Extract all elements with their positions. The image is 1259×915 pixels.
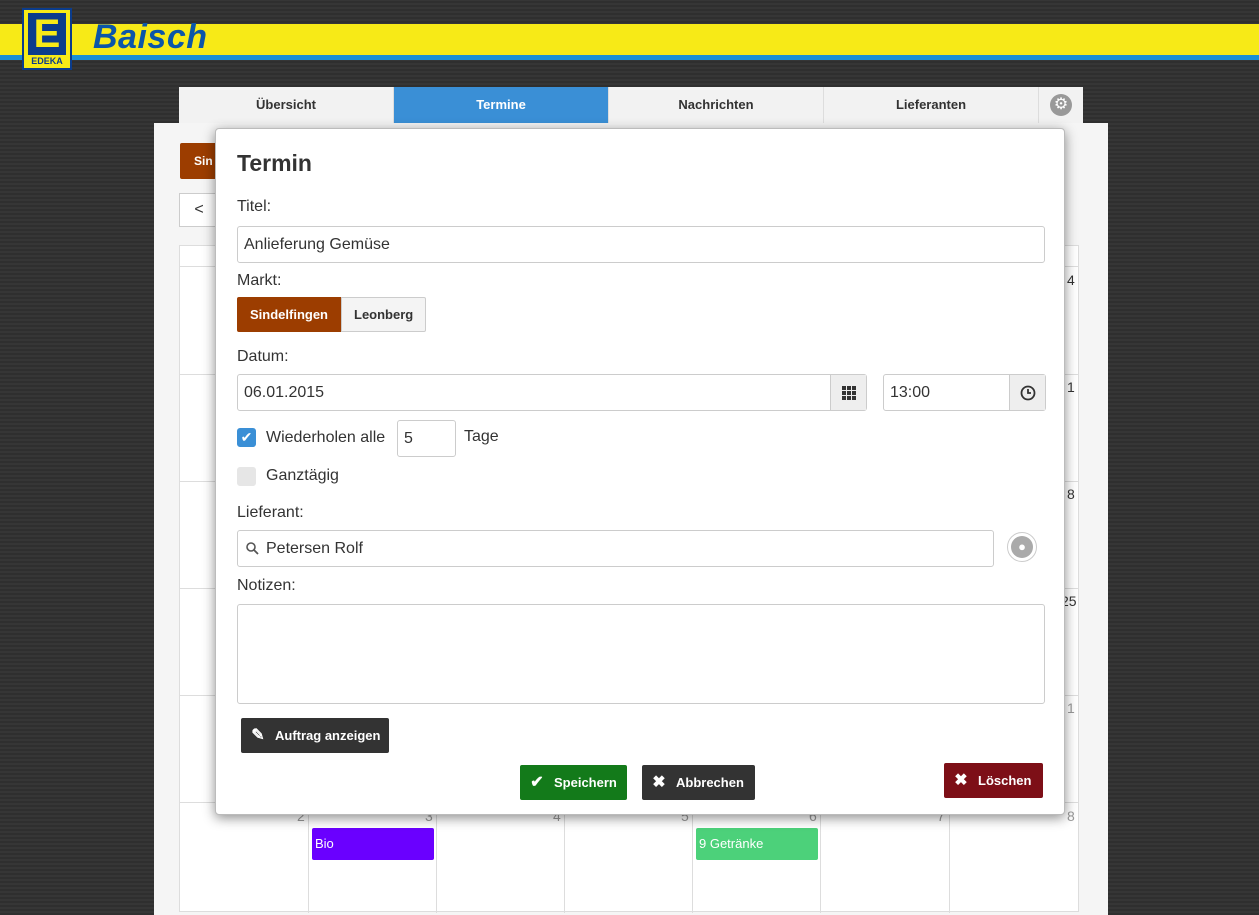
gear-icon: ⚙	[1050, 94, 1072, 116]
calendar-prev-button[interactable]: <	[179, 193, 219, 227]
markt-selector: Sindelfingen Leonberg	[237, 297, 427, 332]
notizen-textarea[interactable]	[237, 604, 1045, 704]
logo-letter: E	[28, 13, 66, 55]
repeat-unit-label: Tage	[464, 428, 499, 445]
titel-input[interactable]: Anlieferung Gemüse	[237, 226, 1045, 263]
calendar-col-line	[820, 803, 821, 913]
close-icon: ✖	[652, 774, 666, 791]
repeat-checkbox[interactable]: ✔	[237, 428, 256, 447]
auftrag-label: Auftrag anzeigen	[275, 728, 381, 743]
pencil-icon: ✎	[251, 727, 265, 744]
main-tabs: Übersicht Termine Nachrichten Lieferante…	[179, 87, 1083, 123]
calendar-col-line	[308, 803, 309, 913]
day-number: 1	[1067, 379, 1075, 395]
day-number: 1	[1067, 700, 1075, 716]
search-icon	[246, 542, 259, 555]
save-button[interactable]: ✔ Speichern	[520, 765, 627, 800]
repeat-label: Wiederholen alle	[266, 429, 386, 446]
check-icon: ✔	[530, 774, 544, 791]
dialog-title: Termin	[237, 150, 312, 176]
logo-subtext: EDEKA	[31, 56, 63, 66]
calendar-picker-button[interactable]	[830, 375, 866, 410]
tab-termine[interactable]: Termine	[394, 87, 609, 123]
user-icon: ●	[1011, 536, 1033, 558]
time-input[interactable]: 13:00	[883, 374, 1046, 411]
app-header: E EDEKA Baisch	[0, 0, 1259, 72]
termin-dialog: Termin Titel: Anlieferung Gemüse Markt: …	[215, 128, 1065, 815]
day-number: 4	[1067, 272, 1075, 288]
cancel-button[interactable]: ✖ Abbrechen	[642, 765, 755, 800]
cancel-label: Abbrechen	[676, 775, 744, 790]
brand-name: Baisch	[93, 18, 208, 56]
datum-input[interactable]: 06.01.2015	[237, 374, 867, 411]
lieferant-profile-button[interactable]: ●	[1007, 532, 1037, 562]
tab-uebersicht[interactable]: Übersicht	[179, 87, 394, 123]
markt-label: Markt:	[237, 272, 282, 289]
time-picker-button[interactable]	[1009, 375, 1045, 410]
calendar-col-line	[949, 803, 950, 913]
calendar-col-line	[564, 803, 565, 913]
calendar-event[interactable]: 9 Getränke	[696, 828, 818, 860]
markt-option-sindelfingen[interactable]: Sindelfingen	[237, 297, 341, 332]
calendar-event[interactable]: Bio	[312, 828, 434, 860]
calendar-col-line	[436, 803, 437, 913]
datum-label: Datum:	[237, 348, 289, 365]
delete-label: Löschen	[978, 773, 1032, 788]
titel-label: Titel:	[237, 198, 272, 215]
auftrag-anzeigen-button[interactable]: ✎ Auftrag anzeigen	[241, 718, 389, 753]
datum-value: 06.01.2015	[244, 384, 325, 401]
save-label: Speichern	[554, 775, 617, 790]
lieferant-search-input[interactable]: Petersen Rolf	[237, 530, 994, 567]
calendar-col-line	[692, 803, 693, 913]
tab-nachrichten[interactable]: Nachrichten	[609, 87, 824, 123]
notizen-label: Notizen:	[237, 577, 296, 594]
lieferant-value: Petersen Rolf	[266, 540, 363, 557]
delete-x-icon: ✖	[954, 772, 968, 789]
edeka-logo[interactable]: E EDEKA	[22, 8, 72, 70]
settings-tab[interactable]: ⚙	[1039, 87, 1083, 123]
delete-button[interactable]: ✖ Löschen	[944, 763, 1043, 798]
tab-lieferanten[interactable]: Lieferanten	[824, 87, 1039, 123]
lieferant-label: Lieferant:	[237, 504, 304, 521]
day-number: 8	[1067, 808, 1075, 824]
time-value: 13:00	[890, 384, 931, 401]
allday-label: Ganztägig	[266, 467, 339, 484]
day-number: 8	[1067, 486, 1075, 502]
repeat-days-input[interactable]: 5	[397, 420, 456, 457]
allday-checkbox[interactable]	[237, 467, 256, 486]
calendar-grid-icon	[841, 385, 856, 400]
clock-icon	[1020, 385, 1035, 400]
markt-option-leonberg[interactable]: Leonberg	[341, 297, 427, 332]
